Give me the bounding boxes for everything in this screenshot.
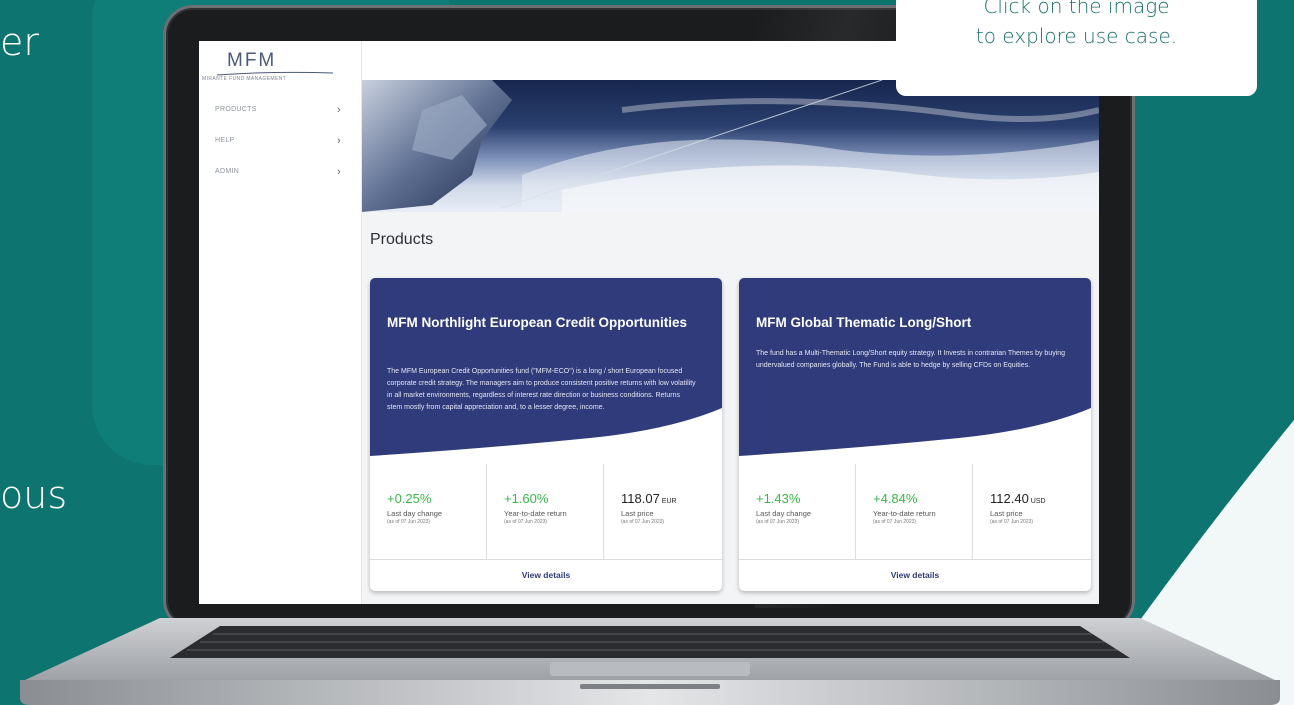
as-of-date: (as of 07 Jun 2023)	[756, 519, 800, 525]
day-change-value: +0.25%	[387, 491, 432, 506]
card-stats: +0.25% Last day change (as of 07 Jun 202…	[370, 464, 722, 559]
chevron-right-icon: ›	[337, 104, 341, 116]
tooltip-text-line-1: Click on the image	[983, 0, 1170, 18]
card-header: MFM Global Thematic Long/Short The fund …	[739, 278, 1091, 464]
chevron-right-icon: ›	[337, 135, 341, 147]
stat-day-change: +1.43% Last day change (as of 07 Jun 202…	[756, 491, 811, 525]
fund-card-northlight[interactable]: MFM Northlight European Credit Opportuni…	[370, 278, 722, 591]
sidebar-item-products[interactable]: PRODUCTS ›	[199, 100, 362, 122]
card-title: MFM Northlight European Credit Opportuni…	[387, 315, 687, 330]
last-price-value: 112.40 USD	[990, 491, 1046, 506]
logo-subtitle: MIRANTE FUND MANAGEMENT	[202, 76, 287, 82]
sidebar-item-label: ADMIN	[215, 168, 240, 175]
explore-tooltip[interactable]: Click on the image to explore use case.	[896, 0, 1257, 96]
stat-divider	[855, 464, 856, 559]
page-title: Products	[370, 231, 434, 248]
sidebar-item-help[interactable]: HELP ›	[199, 131, 362, 153]
background-text-fragment-1: er	[0, 20, 40, 64]
ytd-label: Year-to-date return	[504, 509, 567, 518]
sidebar-item-label: HELP	[215, 137, 235, 144]
sidebar-item-admin[interactable]: ADMIN ›	[199, 162, 362, 184]
card-description: The fund has a Multi-Thematic Long/Short…	[756, 350, 1066, 369]
stat-ytd: +1.60% Year-to-date return (as of 07 Jun…	[504, 491, 567, 525]
as-of-date: (as of 07 Jun 2023)	[621, 519, 665, 525]
chevron-right-icon: ›	[337, 166, 341, 178]
ytd-label: Year-to-date return	[873, 509, 936, 518]
sidebar: MFM MIRANTE FUND MANAGEMENT PRODUCTS › H…	[199, 41, 362, 604]
day-change-label: Last day change	[387, 509, 443, 518]
card-title: MFM Global Thematic Long/Short	[756, 315, 972, 330]
view-details-button[interactable]: View details	[370, 560, 722, 591]
view-details-button[interactable]: View details	[739, 560, 1091, 591]
currency-code: USD	[1030, 498, 1046, 505]
card-description: The MFM European Credit Opportunities fu…	[387, 368, 696, 411]
last-price-label: Last price	[990, 509, 1023, 518]
mfm-logo[interactable]: MFM	[227, 50, 276, 72]
card-wave-decoration	[370, 408, 722, 464]
stat-ytd: +4.84% Year-to-date return (as of 07 Jun…	[873, 491, 936, 525]
tooltip-text-line-2: to explore use case.	[975, 24, 1178, 48]
card-header: MFM Northlight European Credit Opportuni…	[370, 278, 722, 464]
last-price-value: 118.07 EUR	[621, 491, 677, 506]
laptop-keyboard-base	[20, 618, 1280, 705]
stat-last-price: 118.07 EUR Last price (as of 07 Jun 2023)	[621, 491, 677, 525]
stat-last-price: 112.40 USD Last price (as of 07 Jun 2023)	[990, 491, 1046, 525]
stat-day-change: +0.25% Last day change (as of 07 Jun 202…	[387, 491, 442, 525]
background-text-fragment-2: ous	[0, 473, 68, 517]
day-change-label: Last day change	[756, 509, 812, 518]
laptop-screen[interactable]: MFM MIRANTE FUND MANAGEMENT PRODUCTS › H…	[199, 41, 1099, 604]
currency-code: EUR	[661, 498, 677, 505]
hero-banner-image	[362, 80, 1099, 212]
ytd-value: +1.60%	[504, 491, 549, 506]
day-change-value: +1.43%	[756, 491, 801, 506]
hero-landscape-illustration	[362, 80, 1099, 212]
fund-card-global-thematic[interactable]: MFM Global Thematic Long/Short The fund …	[739, 278, 1091, 591]
as-of-date: (as of 07 Jun 2023)	[504, 519, 548, 525]
card-stats: +1.43% Last day change (as of 07 Jun 202…	[739, 464, 1091, 559]
stat-divider	[486, 464, 487, 559]
as-of-date: (as of 07 Jun 2023)	[387, 519, 431, 525]
card-wave-decoration	[739, 408, 1091, 464]
price-number: 112.40	[990, 491, 1029, 506]
as-of-date: (as of 07 Jun 2023)	[873, 519, 917, 525]
last-price-label: Last price	[621, 509, 654, 518]
price-number: 118.07	[621, 491, 660, 506]
stat-divider	[603, 464, 604, 559]
sidebar-item-label: PRODUCTS	[215, 106, 257, 113]
as-of-date: (as of 07 Jun 2023)	[990, 519, 1034, 525]
stat-divider	[972, 464, 973, 559]
ytd-value: +4.84%	[873, 491, 918, 506]
